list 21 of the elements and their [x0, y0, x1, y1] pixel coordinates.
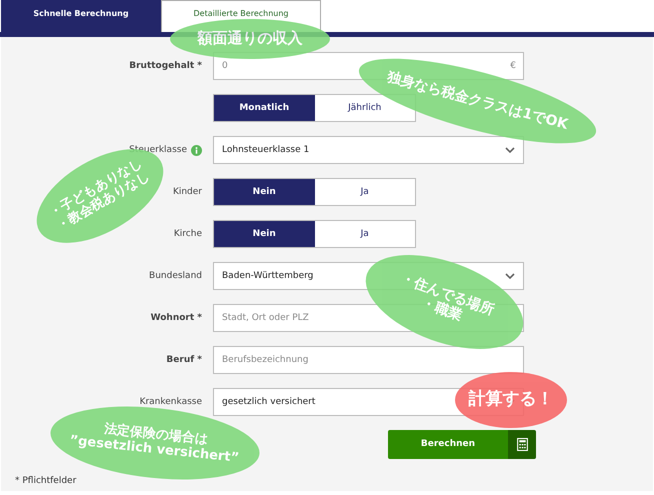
tab[interactable]: Schnelle Berechnung [1, 0, 161, 32]
calculate-button[interactable]: Berechnen [388, 430, 508, 458]
input-field[interactable]: Berufsbezeichnung [213, 346, 524, 374]
calculator-icon [516, 438, 528, 450]
field-label: Beruf * [166, 355, 202, 365]
field-label: Bundesland [149, 271, 202, 281]
toggle-option[interactable]: Nein [214, 221, 314, 247]
field-label: Krankenkasse [140, 397, 202, 407]
footnote: * Pflichtfelder [15, 476, 76, 486]
field-label: Kinder [172, 187, 202, 197]
field-label: Kirche [174, 229, 202, 239]
field-label: Bruttogehalt * [129, 61, 202, 71]
currency-sign: € [510, 61, 516, 71]
toggle-option[interactable]: Monatlich [214, 95, 314, 121]
select-field[interactable]: Lohnsteuerklasse 1 [213, 136, 524, 164]
calculator-button[interactable] [508, 430, 536, 458]
field-label: Steuerklasse [129, 145, 187, 155]
annotation-text: 額面通りの収入 [198, 30, 302, 48]
toggle-option[interactable]: Nein [214, 179, 314, 205]
chevron-down-icon [505, 147, 515, 153]
field-label: Wohnort * [150, 313, 202, 323]
